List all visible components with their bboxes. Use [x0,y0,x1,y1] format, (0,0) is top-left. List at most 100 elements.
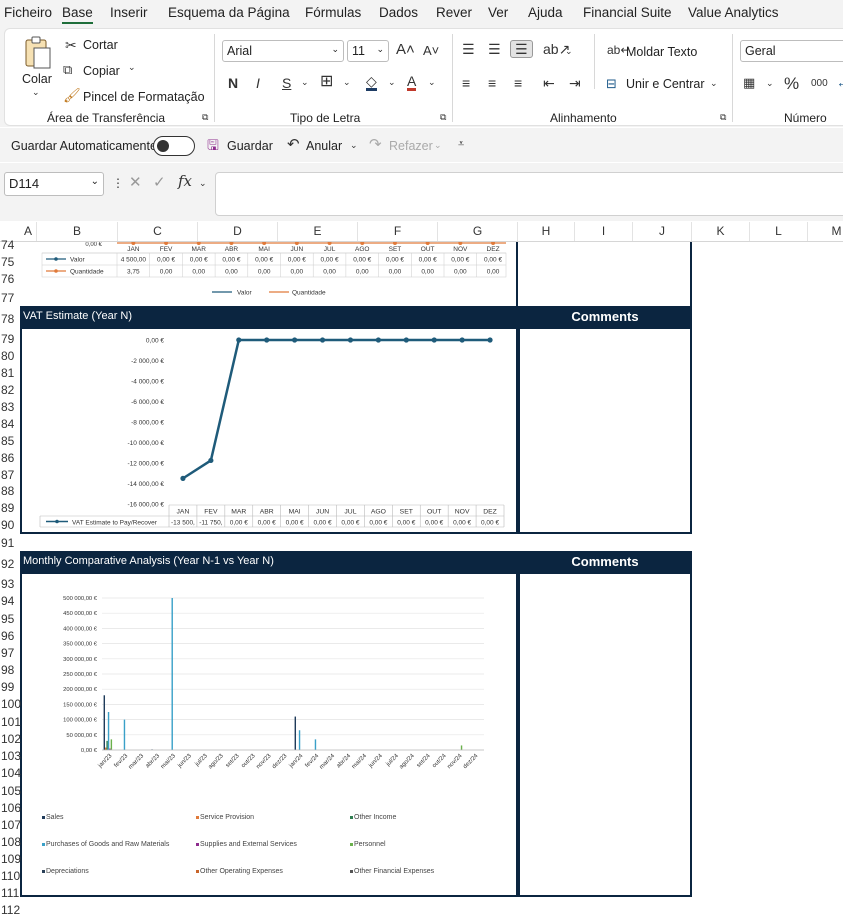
column-header-a[interactable]: A [20,222,37,241]
chevron-down-icon[interactable]: ⌄ [766,79,774,88]
column-header-k[interactable]: K [692,222,750,241]
decrease-indent-icon[interactable]: ⇤ [543,76,555,90]
customize-qat-icon[interactable]: ⩡ [458,139,464,150]
copy-button[interactable]: Copiar [83,64,120,78]
merge-center-button[interactable]: Unir e Centrar [626,77,705,91]
row-header-96[interactable]: 96 [1,630,20,642]
cut-button[interactable]: Cortar [83,38,118,52]
chevron-down-icon[interactable]: ⌄ [565,47,573,56]
row-header-80[interactable]: 80 [1,350,20,362]
align-center-icon[interactable]: ≡ [488,76,496,90]
chevron-down-icon[interactable]: ⌄ [343,78,351,87]
underline-icon[interactable]: S [282,76,291,90]
chevron-down-icon[interactable]: ⌄ [350,141,358,150]
chevron-down-icon[interactable]: ⌄ [710,79,718,88]
row-header-75[interactable]: 75 [1,256,20,268]
row-header-89[interactable]: 89 [1,502,20,514]
increase-indent-icon[interactable]: ⇥ [569,76,581,90]
italic-icon[interactable]: I [256,76,260,90]
decrease-font-icon[interactable]: A˅ [423,44,439,57]
menu-inserir[interactable]: Inserir [110,5,148,20]
currency-icon[interactable]: ▦ [743,76,755,89]
row-header-95[interactable]: 95 [1,613,20,625]
row-header-101[interactable]: 101 [1,716,21,728]
chevron-down-icon[interactable]: ⌄ [434,141,442,150]
row-header-107[interactable]: 107 [1,819,21,831]
menu-ajuda[interactable]: Ajuda [528,5,563,20]
row-header-78[interactable]: 78 [1,313,20,325]
column-header-c[interactable]: C [118,222,198,241]
row-header-84[interactable]: 84 [1,418,20,430]
save-button[interactable]: Guardar [227,139,273,153]
dialog-launcher-icon[interactable]: ⧉ [720,113,726,122]
menu-value-analytics[interactable]: Value Analytics [688,5,779,20]
row-header-94[interactable]: 94 [1,595,20,607]
column-header-j[interactable]: J [633,222,692,241]
menu-rever[interactable]: Rever [436,5,472,20]
row-header-79[interactable]: 79 [1,333,20,345]
column-header-b[interactable]: B [37,222,118,241]
row-header-102[interactable]: 102 [1,733,21,745]
row-header-85[interactable]: 85 [1,435,20,447]
row-header-86[interactable]: 86 [1,452,20,464]
font-color-icon[interactable]: A [407,74,417,91]
wrap-text-button[interactable]: Moldar Texto [626,45,697,59]
paste-button[interactable]: Colar [22,72,52,86]
undo-button[interactable]: Anular [306,139,342,153]
column-header-l[interactable]: L [750,222,808,241]
row-header-82[interactable]: 82 [1,384,20,396]
column-header-m[interactable]: M [808,222,843,241]
row-header-111[interactable]: 111 [1,887,20,899]
menu-base[interactable]: Base [62,5,93,24]
chevron-down-icon[interactable]: ⌄ [199,179,207,188]
fill-color-icon[interactable]: ◇ [366,74,377,91]
thousands-button[interactable]: 000 [811,79,828,89]
row-header-87[interactable]: 87 [1,469,20,481]
format-painter-button[interactable]: Pincel de Formatação [83,90,205,104]
row-header-99[interactable]: 99 [1,681,20,693]
paste-icon[interactable] [22,36,52,70]
align-bottom-icon[interactable]: ☰ [510,40,533,58]
borders-icon[interactable]: ⊞ [320,74,333,90]
row-header-110[interactable]: 110 [1,870,20,882]
row-header-77[interactable]: 77 [1,292,20,304]
font-size-select[interactable]: 11 ⌄ [347,40,389,62]
row-header-97[interactable]: 97 [1,647,20,659]
align-right-icon[interactable]: ≡ [514,76,522,90]
name-box[interactable]: D114 ⌄ [4,172,104,196]
monthly-comments-box[interactable] [518,572,692,897]
dialog-launcher-icon[interactable]: ⧉ [202,113,208,122]
column-header-d[interactable]: D [198,222,278,241]
menu-dados[interactable]: Dados [379,5,418,20]
menu-esquema[interactable]: Esquema da Página [168,5,290,20]
row-header-109[interactable]: 109 [1,853,21,865]
insert-function-button[interactable]: fx [178,174,192,189]
chevron-down-icon[interactable]: ⌄ [428,78,436,87]
row-header-108[interactable]: 108 [1,836,21,848]
bold-icon[interactable]: N [228,76,238,90]
row-header-83[interactable]: 83 [1,401,20,413]
row-header-91[interactable]: 91 [1,537,20,549]
column-header-e[interactable]: E [278,222,358,241]
row-header-76[interactable]: 76 [1,273,20,285]
enter-icon[interactable]: ✓ [153,175,166,190]
comments-box-top[interactable] [518,242,692,306]
row-header-112[interactable]: 112 [1,904,20,916]
number-format-select[interactable]: Geral [740,40,843,62]
vat-comments-box[interactable] [518,327,692,534]
menu-financial-suite[interactable]: Financial Suite [583,5,672,20]
decimal-icon[interactable]: ← [836,75,843,89]
chevron-down-icon[interactable]: ⌄ [301,78,309,87]
row-header-106[interactable]: 106 [1,802,21,814]
row-header-81[interactable]: 81 [1,367,20,379]
row-header-92[interactable]: 92 [1,558,20,570]
align-middle-icon[interactable]: ☰ [488,42,501,56]
align-left-icon[interactable]: ≡ [462,76,470,90]
row-header-103[interactable]: 103 [1,750,21,762]
increase-font-icon[interactable]: A˄ [396,42,415,57]
more-icon[interactable]: ⋮ [112,177,124,189]
chevron-down-icon[interactable]: ⌄ [32,88,40,97]
row-header-88[interactable]: 88 [1,485,20,497]
font-name-select[interactable]: Arial ⌄ [222,40,344,62]
menu-ficheiro[interactable]: Ficheiro [4,5,52,20]
